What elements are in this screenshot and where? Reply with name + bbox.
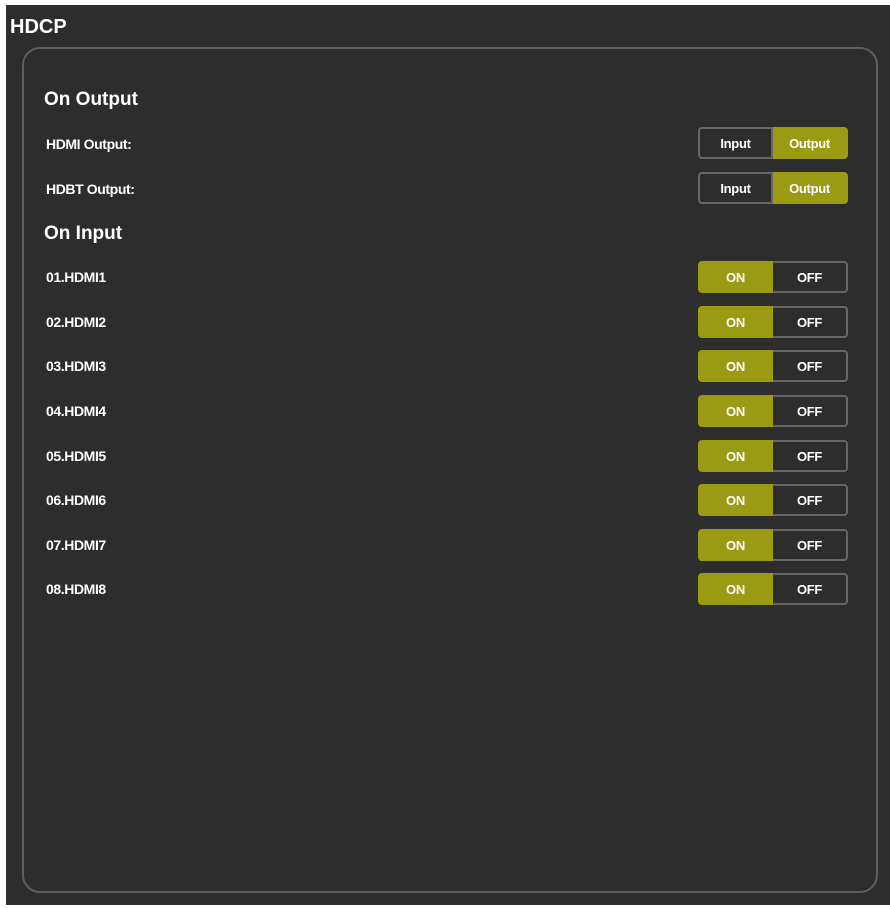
hdbt-output-toggle: Input Output (698, 172, 848, 204)
hdbt-output-output-button[interactable]: Output (773, 172, 848, 204)
hdmi5-on-button[interactable]: ON (698, 440, 773, 472)
hdmi1-off-button[interactable]: OFF (773, 261, 848, 293)
hdmi2-off-button[interactable]: OFF (773, 306, 848, 338)
output-section-title: On Output (44, 89, 138, 110)
hdmi-output-toggle: Input Output (698, 127, 848, 159)
hdmi3-off-button[interactable]: OFF (773, 350, 848, 382)
hdmi8-on-button[interactable]: ON (698, 573, 773, 605)
hdmi7-hdcp-toggle: ON OFF (698, 529, 848, 561)
input-label-hdmi4: 04.HDMI4 (46, 403, 106, 419)
hdmi2-hdcp-toggle: ON OFF (698, 306, 848, 338)
input-label-hdmi7: 07.HDMI7 (46, 537, 106, 553)
input-label-hdmi6: 06.HDMI6 (46, 492, 106, 508)
hdmi8-off-button[interactable]: OFF (773, 573, 848, 605)
input-label-hdmi2: 02.HDMI2 (46, 314, 106, 330)
hdmi3-on-button[interactable]: ON (698, 350, 773, 382)
hdmi8-hdcp-toggle: ON OFF (698, 573, 848, 605)
hdbt-output-label: HDBT Output: (46, 181, 135, 197)
hdmi4-hdcp-toggle: ON OFF (698, 395, 848, 427)
input-label-hdmi3: 03.HDMI3 (46, 358, 106, 374)
hdmi7-on-button[interactable]: ON (698, 529, 773, 561)
hdmi1-hdcp-toggle: ON OFF (698, 261, 848, 293)
hdmi3-hdcp-toggle: ON OFF (698, 350, 848, 382)
hdcp-panel: On Output HDMI Output: Input Output HDBT… (22, 47, 878, 893)
input-section-title: On Input (44, 223, 123, 244)
hdmi5-off-button[interactable]: OFF (773, 440, 848, 472)
hdmi4-off-button[interactable]: OFF (773, 395, 848, 427)
input-label-hdmi5: 05.HDMI5 (46, 448, 106, 464)
hdmi6-hdcp-toggle: ON OFF (698, 484, 848, 516)
hdmi5-hdcp-toggle: ON OFF (698, 440, 848, 472)
input-label-hdmi1: 01.HDMI1 (46, 269, 106, 285)
hdmi2-on-button[interactable]: ON (698, 306, 773, 338)
hdmi-output-input-button[interactable]: Input (698, 127, 773, 159)
hdmi-output-output-button[interactable]: Output (773, 127, 848, 159)
page-title: HDCP (10, 16, 67, 38)
hdmi1-on-button[interactable]: ON (698, 261, 773, 293)
hdbt-output-input-button[interactable]: Input (698, 172, 773, 204)
hdmi6-on-button[interactable]: ON (698, 484, 773, 516)
hdmi6-off-button[interactable]: OFF (773, 484, 848, 516)
hdcp-page: HDCP On Output HDMI Output: Input Output… (6, 5, 890, 905)
hdmi4-on-button[interactable]: ON (698, 395, 773, 427)
input-label-hdmi8: 08.HDMI8 (46, 581, 106, 597)
hdmi-output-label: HDMI Output: (46, 136, 132, 152)
hdmi7-off-button[interactable]: OFF (773, 529, 848, 561)
